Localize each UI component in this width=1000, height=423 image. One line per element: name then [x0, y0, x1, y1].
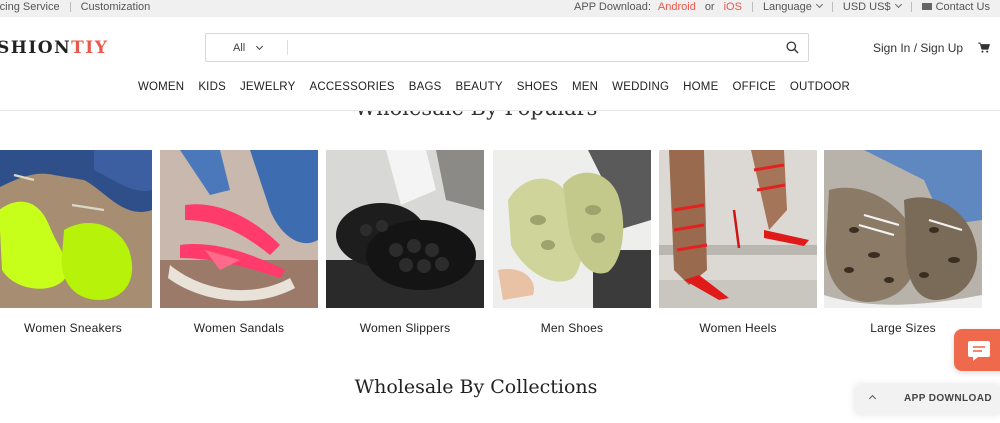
search-bar: All [205, 33, 809, 62]
nav-item-beauty[interactable]: BEAUTY [456, 81, 503, 93]
search-category-value: All [233, 41, 246, 54]
nav-item-outdoor[interactable]: OUTDOOR [790, 81, 850, 93]
divider [831, 2, 833, 12]
top-bar-right: APP Download: Android or iOS Language US… [574, 0, 990, 13]
divider [69, 2, 71, 12]
nav-item-home[interactable]: HOME [683, 81, 718, 93]
nav-item-jewelry[interactable]: JEWELRY [240, 81, 296, 93]
nav-item-shoes[interactable]: SHOES [517, 81, 558, 93]
product-image-sandals[interactable] [160, 150, 318, 308]
contact-us-link[interactable]: Contact Us [921, 1, 990, 13]
sourcing-service-link[interactable]: rcing Service [0, 1, 60, 13]
chat-button[interactable] [954, 329, 1000, 371]
chevron-down-icon [256, 42, 264, 50]
product-image-slippers[interactable] [326, 150, 484, 308]
nav-list: WOMEN KIDS JEWELRY ACCESSORIES BAGS BEAUTY SHO… [131, 81, 857, 93]
site-logo[interactable]: SHIONTIY [0, 38, 108, 58]
product-card[interactable]: Women Sneakers [0, 150, 152, 335]
product-label[interactable]: Women Sandals [160, 321, 318, 335]
product-image-sneakers[interactable] [0, 150, 152, 308]
product-card[interactable]: Women Heels [659, 150, 817, 335]
product-card[interactable]: Women Slippers [326, 150, 484, 335]
chevron-up-icon[interactable] [868, 394, 877, 403]
sign-in-link[interactable]: Sign In / Sign Up [873, 41, 963, 55]
popular-section-header: Wholesale By Populars [0, 94, 1000, 122]
divider [751, 2, 753, 12]
product-label[interactable]: Women Slippers [326, 321, 484, 335]
app-download-label: APP Download: [574, 1, 651, 13]
product-label[interactable]: Men Shoes [493, 321, 651, 335]
chat-icon [968, 341, 990, 361]
search-input[interactable] [296, 38, 756, 57]
app-download-label: APP DOWNLOAD [904, 393, 992, 404]
currency-label: USD US$ [842, 1, 891, 13]
top-bar-left: rcing Service Customization [0, 1, 150, 13]
product-card[interactable]: Women Sandals [160, 150, 318, 335]
product-label[interactable]: Women Sneakers [0, 321, 152, 335]
product-label[interactable]: Women Heels [659, 321, 817, 335]
main-nav: WOMEN KIDS JEWELRY ACCESSORIES BAGS BEAUTY SHO… [0, 81, 1000, 93]
logo-text-part2: TIY [71, 38, 109, 58]
nav-item-office[interactable]: OFFICE [732, 81, 775, 93]
nav-item-kids[interactable]: KIDS [198, 81, 226, 93]
currency-selector[interactable]: USD US$ [842, 0, 902, 13]
header-overlap [0, 94, 1000, 110]
nav-item-men[interactable]: MEN [572, 81, 598, 93]
nav-item-women[interactable]: WOMEN [138, 81, 184, 93]
collections-section-title: Wholesale By Collections [354, 376, 598, 398]
mail-icon [921, 3, 932, 10]
customization-link[interactable]: Customization [81, 1, 151, 13]
product-image-large-sizes[interactable] [824, 150, 982, 308]
search-category-select[interactable]: All [206, 34, 287, 61]
or-text: or [704, 1, 715, 13]
nav-item-wedding[interactable]: WEDDING [612, 81, 669, 93]
nav-item-accessories[interactable]: ACCESSORIES [309, 81, 394, 93]
divider [910, 2, 912, 12]
language-selector[interactable]: Language [762, 0, 823, 13]
nav-item-bags[interactable]: BAGS [409, 81, 442, 93]
product-card[interactable]: Men Shoes [493, 150, 651, 335]
search-icon[interactable] [786, 41, 799, 54]
logo-text-part1: SHION [0, 38, 72, 58]
chevron-down-icon [815, 0, 823, 9]
search-divider [287, 40, 288, 55]
chevron-down-icon [894, 0, 902, 9]
header-divider [0, 110, 1000, 111]
top-bar: rcing Service Customization APP Download… [0, 0, 1000, 17]
app-download-widget[interactable]: APP DOWNLOAD [855, 385, 1000, 414]
android-link[interactable]: Android [658, 1, 696, 13]
cart-icon[interactable] [978, 42, 990, 53]
product-image-heels[interactable] [659, 150, 817, 308]
contact-label: Contact Us [935, 1, 990, 13]
language-label: Language [762, 1, 812, 13]
product-image-men-shoes[interactable] [493, 150, 651, 308]
ios-link[interactable]: iOS [724, 1, 742, 13]
product-card[interactable]: Large Sizes [824, 150, 982, 335]
